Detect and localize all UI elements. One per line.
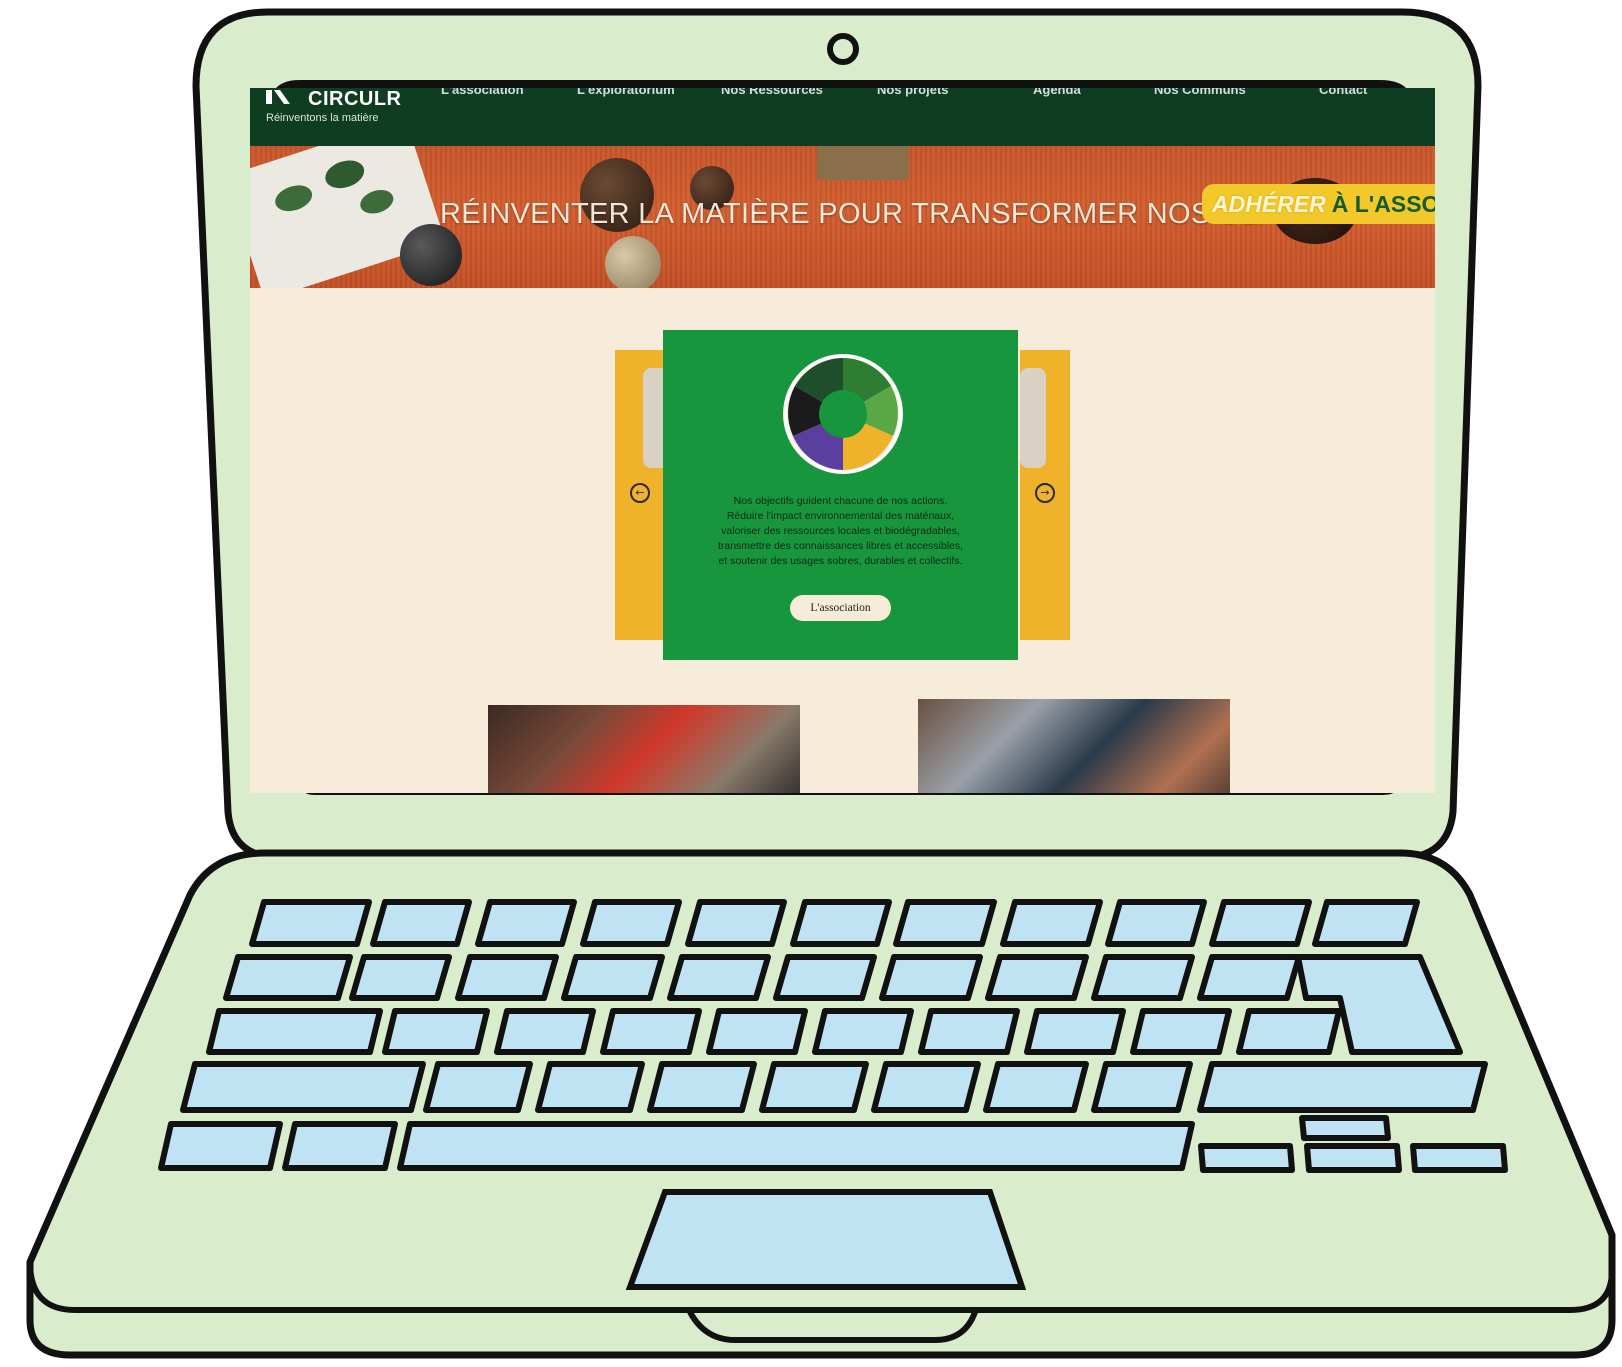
- keyboard-key[interactable]: [206, 1008, 383, 1055]
- keyboard-key[interactable]: [494, 1008, 596, 1055]
- keyboard-key[interactable]: [879, 954, 983, 1001]
- adherer-word-1: ADHÉRER: [1212, 191, 1326, 217]
- logo-name: CIRCULR: [308, 88, 402, 110]
- keyboard-key[interactable]: [535, 1061, 645, 1113]
- keyboard-key[interactable]: [561, 954, 665, 1001]
- keyboard-key[interactable]: [893, 899, 997, 947]
- keyboard-key[interactable]: [1312, 899, 1420, 947]
- nav-item-association[interactable]: L'association: [441, 88, 524, 97]
- keyboard-key[interactable]: [397, 1121, 1195, 1171]
- webcam-icon: [827, 33, 859, 65]
- logo-mark-icon: [266, 90, 290, 104]
- nav-item-agenda[interactable]: Agenda: [1033, 88, 1081, 97]
- nav-item-exploratorium[interactable]: L'exploratorium: [577, 88, 675, 97]
- carousel-next-slide[interactable]: →: [1020, 350, 1070, 640]
- keyboard-key[interactable]: [790, 899, 892, 947]
- keyboard-key[interactable]: [282, 1121, 398, 1171]
- keyboard-key[interactable]: [918, 1008, 1020, 1055]
- keyboard-key[interactable]: [667, 954, 771, 1001]
- keyboard-key[interactable]: [759, 1061, 869, 1113]
- keyboard-key[interactable]: [685, 899, 787, 947]
- keyboard-arrow-key[interactable]: [1299, 1115, 1391, 1141]
- nav-item-contact[interactable]: Contact: [1319, 88, 1367, 97]
- keyboard-key[interactable]: [180, 1061, 426, 1113]
- keyboard-key[interactable]: [1236, 1008, 1342, 1055]
- keyboard-key[interactable]: [1197, 954, 1302, 1001]
- keyboard-key[interactable]: [1000, 899, 1103, 947]
- keyboard-key[interactable]: [223, 954, 353, 1001]
- nav-item-ressources[interactable]: Nos Ressources: [721, 88, 823, 97]
- next-slide-image: [1020, 368, 1046, 468]
- nav-item-communs[interactable]: Nos Communs: [1154, 88, 1246, 97]
- carousel-prev-arrow-icon[interactable]: ←: [630, 483, 650, 503]
- adherer-button[interactable]: ADHÉRER À L'ASSO: [1202, 184, 1435, 224]
- keyboard-arrow-key[interactable]: [1198, 1143, 1295, 1173]
- adherer-word-2: À L'ASSO: [1331, 191, 1435, 217]
- keyboard-key[interactable]: [1024, 1008, 1126, 1055]
- banner-ball: [400, 224, 462, 286]
- keyboard-key[interactable]: [580, 899, 682, 947]
- keyboard-key[interactable]: [812, 1008, 914, 1055]
- keyboard-key[interactable]: [158, 1121, 283, 1171]
- association-button[interactable]: L'association: [790, 595, 891, 621]
- keyboard-key[interactable]: [475, 899, 577, 947]
- objectives-wheel-icon: [783, 354, 903, 474]
- carousel-prev-slide[interactable]: ←: [615, 350, 669, 640]
- keyboard-key[interactable]: [1091, 1061, 1193, 1113]
- keyboard-key[interactable]: [1091, 954, 1195, 1001]
- banner-ball: [605, 236, 661, 288]
- keyboard-key[interactable]: [871, 1061, 981, 1113]
- keyboard-key[interactable]: [773, 954, 877, 1001]
- browser-viewport: CIRCULR Réinventons la matière L'associa…: [250, 88, 1435, 793]
- hero-title: RÉINVENTER LA MATIÈRE POUR TRANSFORMER N…: [440, 198, 1342, 230]
- keyboard-arrow-key[interactable]: [1304, 1143, 1402, 1173]
- keyboard-key[interactable]: [1130, 1008, 1232, 1055]
- workshop-photo: [488, 705, 800, 793]
- materials-photo: [918, 699, 1230, 793]
- keyboard-key[interactable]: [600, 1008, 702, 1055]
- carousel-active-card: Nos objectifs guident chacune de nos act…: [663, 330, 1018, 660]
- keyboard-key[interactable]: [349, 954, 452, 1001]
- main-content: ← → Nos objectifs guident chacune de nos…: [250, 288, 1435, 793]
- keyboard-key[interactable]: [382, 1008, 490, 1055]
- keyboard-key[interactable]: [1105, 899, 1207, 947]
- keyboard-key[interactable]: [985, 954, 1089, 1001]
- hero-banner: RÉINVENTER LA MATIÈRE POUR TRANSFORMER N…: [250, 146, 1435, 288]
- keyboard-key[interactable]: [249, 899, 372, 947]
- keyboard-key[interactable]: [455, 954, 559, 1001]
- keyboard-key[interactable]: [1209, 899, 1312, 947]
- keyboard-key[interactable]: [1197, 1061, 1488, 1113]
- nav-item-projets[interactable]: Nos projets: [877, 88, 949, 97]
- carousel-next-arrow-icon[interactable]: →: [1035, 483, 1055, 503]
- trackpad[interactable]: [625, 1189, 1027, 1290]
- keyboard-key[interactable]: [706, 1008, 808, 1055]
- keyboard-key[interactable]: [423, 1061, 533, 1113]
- logo-tagline: Réinventons la matière: [266, 112, 379, 124]
- carousel-description: Nos objectifs guident chacune de nos act…: [717, 495, 964, 567]
- top-navigation-bar: CIRCULR Réinventons la matière L'associa…: [250, 88, 1435, 146]
- keyboard-key[interactable]: [983, 1061, 1089, 1113]
- keyboard-key[interactable]: [370, 899, 472, 947]
- keyboard-arrow-key[interactable]: [1410, 1143, 1508, 1173]
- keyboard-key[interactable]: [647, 1061, 757, 1113]
- banner-tile-image: [817, 146, 909, 180]
